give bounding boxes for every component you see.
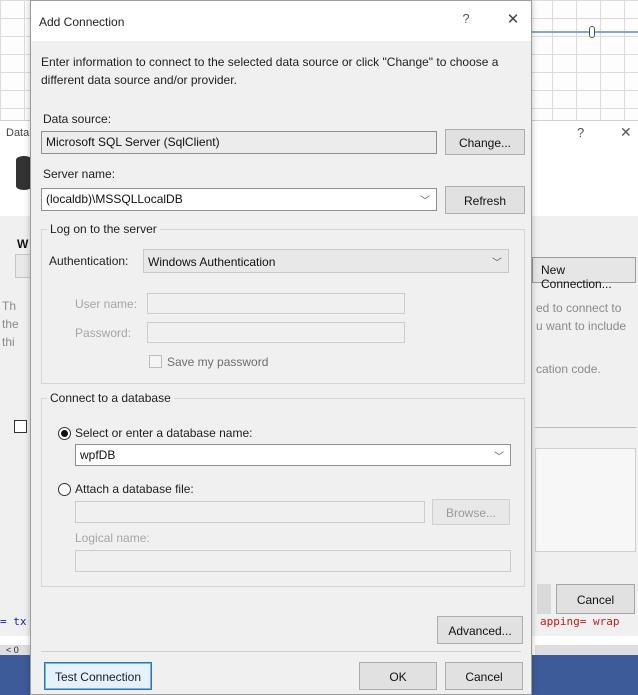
background-window-title: Data: [6, 127, 30, 139]
logon-group-title: Log on to the server: [47, 222, 160, 236]
data-source-field: Microsoft SQL Server (SqlClient): [41, 131, 437, 154]
editor-scrollbar-right[interactable]: [535, 645, 638, 655]
logical-name-label: Logical name:: [75, 531, 150, 545]
chevron-down-icon[interactable]: ﹀: [494, 448, 504, 463]
authentication-label: Authentication:: [49, 254, 129, 268]
dialog-titlebar: Add Connection ? ✕: [31, 1, 531, 41]
background-text-left-1: Th: [2, 299, 17, 313]
server-name-value: (localdb)\MSSQLLocalDB: [46, 192, 183, 206]
background-cancel-button[interactable]: Cancel: [556, 584, 635, 614]
background-text-left-3: thi: [2, 335, 15, 349]
background-preview-panel: [535, 448, 636, 552]
username-label: User name:: [75, 297, 138, 311]
select-database-label: Select or enter a database name:: [75, 426, 253, 440]
background-checkbox[interactable]: [14, 420, 27, 433]
chevron-down-icon[interactable]: ﹀: [492, 254, 502, 269]
code-fragment-right: apping= wrap: [540, 615, 620, 628]
database-file-input[interactable]: [75, 501, 425, 523]
footer-separator: [41, 651, 521, 652]
server-name-label: Server name:: [43, 167, 116, 181]
authentication-value: Windows Authentication: [148, 255, 276, 269]
background-help-icon[interactable]: ?: [577, 125, 584, 140]
save-password-label: Save my password: [167, 355, 269, 369]
browse-button[interactable]: Browse...: [432, 499, 510, 525]
attach-file-label: Attach a database file:: [75, 482, 194, 496]
background-divider: [535, 427, 636, 428]
intro-text: Enter information to connect to the sele…: [41, 55, 499, 87]
close-icon[interactable]: ✕: [499, 10, 527, 34]
save-password-checkbox[interactable]: [149, 355, 162, 368]
change-button[interactable]: Change...: [445, 129, 525, 155]
add-connection-dialog: Add Connection ? ✕ Enter information to …: [30, 0, 532, 695]
database-group-title: Connect to a database: [47, 391, 174, 405]
select-database-radio[interactable]: [58, 427, 71, 440]
database-name-value: wpfDB: [80, 448, 116, 462]
test-connection-button[interactable]: Test Connection: [44, 662, 152, 690]
new-connection-button[interactable]: New Connection...: [532, 257, 636, 291]
designer-resize-handle[interactable]: [589, 26, 595, 38]
authentication-combo[interactable]: Windows Authentication ﹀: [143, 249, 509, 273]
background-close-icon[interactable]: ✕: [620, 124, 632, 141]
code-fragment-left: = tx: [0, 615, 27, 628]
logical-name-input[interactable]: [75, 550, 511, 572]
background-text-right-2: u want to include: [536, 319, 627, 333]
background-button-edge: [537, 584, 551, 614]
background-heading: W: [17, 237, 29, 251]
designer-guide-line: [530, 31, 638, 33]
ok-button[interactable]: OK: [359, 662, 437, 690]
background-text-right-1: ed to connect to: [536, 301, 622, 315]
refresh-button[interactable]: Refresh: [445, 186, 525, 214]
data-source-label: Data source:: [43, 112, 112, 126]
advanced-button[interactable]: Advanced...: [437, 616, 523, 644]
password-label: Password:: [75, 326, 132, 340]
cancel-button[interactable]: Cancel: [445, 662, 523, 690]
chevron-down-icon[interactable]: ﹀: [420, 192, 430, 207]
dialog-title: Add Connection: [39, 15, 125, 29]
database-name-combo[interactable]: wpfDB ﹀: [75, 444, 511, 466]
server-name-combo[interactable]: (localdb)\MSSQLLocalDB ﹀: [41, 188, 437, 211]
background-text-right-3: cation code.: [536, 362, 601, 376]
help-icon[interactable]: ?: [451, 11, 481, 33]
background-text-left-2: the: [2, 317, 19, 331]
attach-file-radio[interactable]: [58, 483, 71, 496]
username-input[interactable]: [147, 293, 405, 314]
password-input[interactable]: [147, 322, 405, 343]
